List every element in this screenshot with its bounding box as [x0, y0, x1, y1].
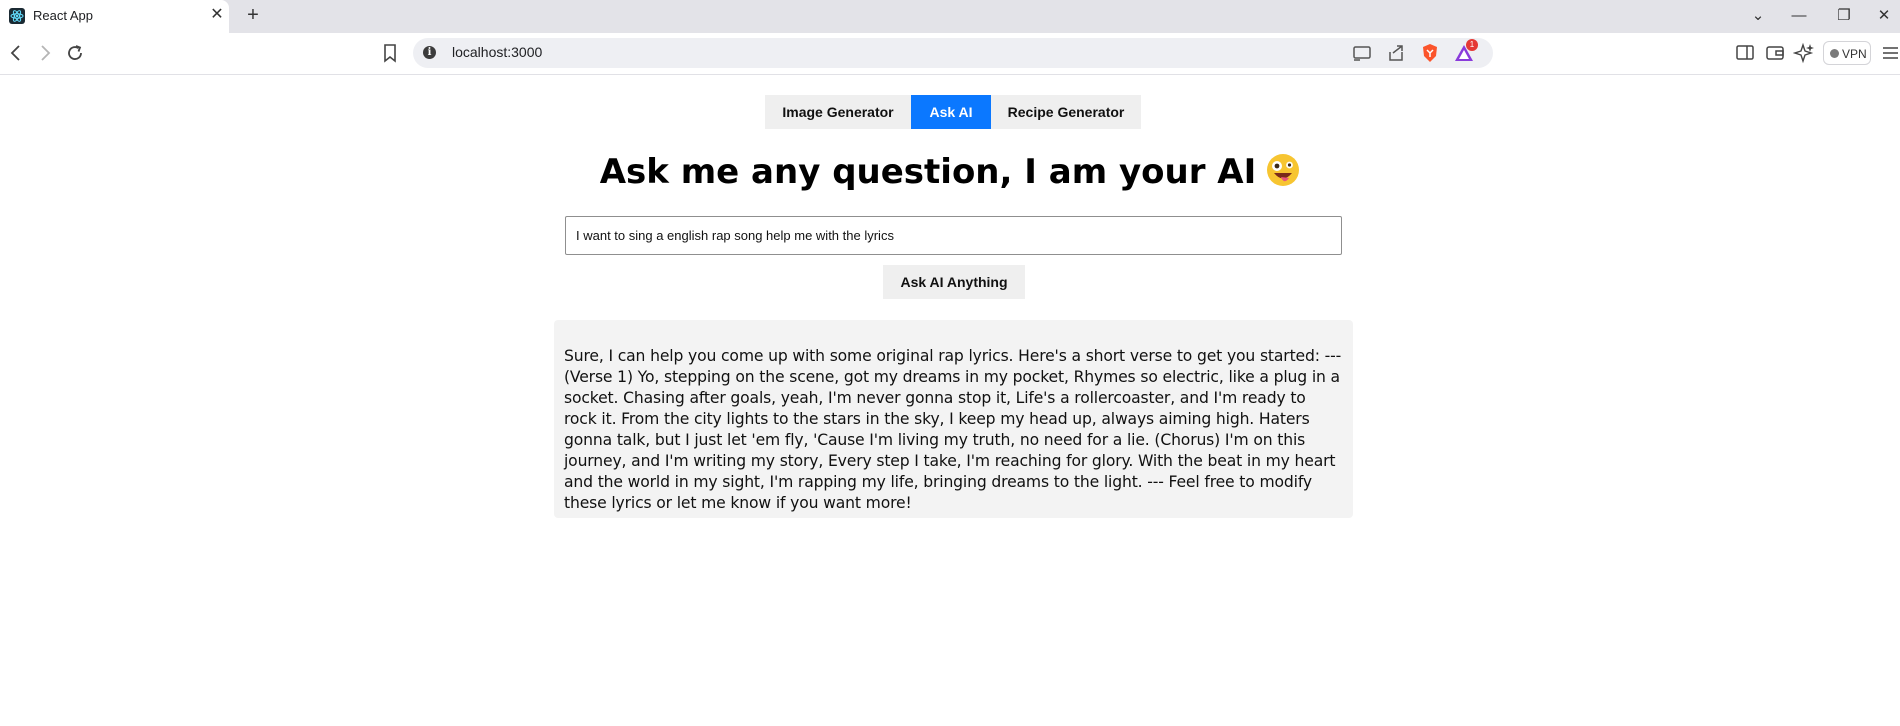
page-title: Ask me any question, I am your AI: [0, 152, 1900, 192]
window-close-icon[interactable]: ✕: [1870, 4, 1898, 28]
tab-ask-ai[interactable]: Ask AI: [911, 95, 991, 129]
address-bar[interactable]: i localhost:3000 1: [413, 38, 1493, 68]
vpn-status-icon: [1830, 49, 1839, 58]
answer-text: Sure, I can help you come up with some o…: [564, 347, 1342, 512]
rewards-badge: 1: [1466, 39, 1478, 51]
url-text[interactable]: localhost:3000: [452, 44, 542, 60]
sidebar-toggle-icon[interactable]: [1734, 41, 1756, 65]
tab-close-icon[interactable]: ✕: [207, 5, 227, 25]
wallet-icon[interactable]: [1764, 41, 1786, 65]
tab-title: React App: [33, 8, 93, 23]
reload-icon[interactable]: [63, 41, 87, 65]
browser-toolbar: i localhost:3000 1 VPN: [0, 33, 1900, 75]
zany-face-emoji-icon: [1266, 153, 1300, 187]
browser-tab[interactable]: React App ✕: [0, 0, 229, 33]
vpn-button[interactable]: VPN: [1823, 41, 1871, 65]
tab-search-chevron-icon[interactable]: ⌄: [1744, 4, 1772, 28]
new-tab-icon[interactable]: +: [242, 4, 264, 26]
share-icon[interactable]: [1385, 42, 1407, 64]
cast-icon[interactable]: [1351, 42, 1373, 64]
react-favicon-icon: [9, 8, 25, 24]
forward-icon[interactable]: [33, 41, 57, 65]
question-input[interactable]: [565, 216, 1342, 255]
menu-icon[interactable]: [1880, 41, 1900, 65]
answer-panel: Sure, I can help you come up with some o…: [554, 320, 1353, 518]
ask-ai-button[interactable]: Ask AI Anything: [883, 265, 1025, 299]
brave-shields-icon[interactable]: [1419, 42, 1441, 64]
tab-strip: React App ✕ + ⌄ — ❐ ✕: [0, 0, 1900, 33]
tab-image-generator[interactable]: Image Generator: [765, 95, 911, 129]
restore-icon[interactable]: ❐: [1830, 4, 1858, 28]
bookmark-icon[interactable]: [380, 42, 400, 64]
minimize-icon[interactable]: —: [1785, 4, 1813, 28]
site-info-icon[interactable]: i: [423, 46, 436, 59]
page-title-text: Ask me any question, I am your AI: [599, 152, 1257, 192]
leo-ai-icon[interactable]: [1792, 41, 1815, 65]
back-icon[interactable]: [4, 41, 28, 65]
brave-rewards-icon[interactable]: 1: [1453, 39, 1478, 64]
vpn-label: VPN: [1842, 47, 1867, 61]
tab-recipe-generator[interactable]: Recipe Generator: [991, 95, 1141, 129]
